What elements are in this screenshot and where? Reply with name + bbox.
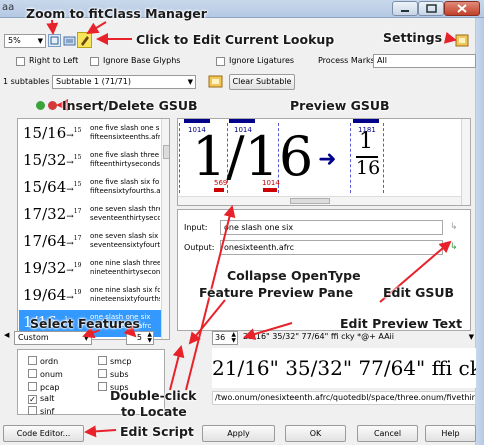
arrow-locate-list (169, 345, 185, 391)
annotation-arrows (46, 19, 457, 438)
callout-edit-script: Edit Script (120, 424, 194, 439)
callout-select-features: Select Features (30, 316, 140, 331)
callout-collapse-2: Feature Preview Pane (199, 285, 354, 300)
arrow-settings (443, 31, 457, 44)
callout-edit-preview-text: Edit Preview Text (340, 316, 463, 331)
callout-to-locate: to Locate (121, 404, 187, 419)
arrow-code-editor (84, 425, 117, 438)
callout-class-manager: Class Manager (104, 6, 207, 21)
callout-edit-lookup: Click to Edit Current Lookup (136, 32, 335, 47)
callout-insert-delete: Insert/Delete GSUB (62, 98, 198, 113)
callout-preview-gsub: Preview GSUB (290, 98, 390, 113)
callout-double-click: Double-click (110, 388, 197, 403)
callout-collapse-1: Collapse OpenType (227, 268, 361, 283)
arrow-class-manager (86, 21, 107, 35)
callout-settings: Settings (383, 30, 443, 45)
arrow-zoom (46, 19, 59, 35)
callout-zoom-to-fit: Zoom to fit (26, 6, 104, 21)
callout-edit-gsub: Edit GSUB (383, 285, 455, 300)
arrow-preview-text (243, 322, 293, 340)
